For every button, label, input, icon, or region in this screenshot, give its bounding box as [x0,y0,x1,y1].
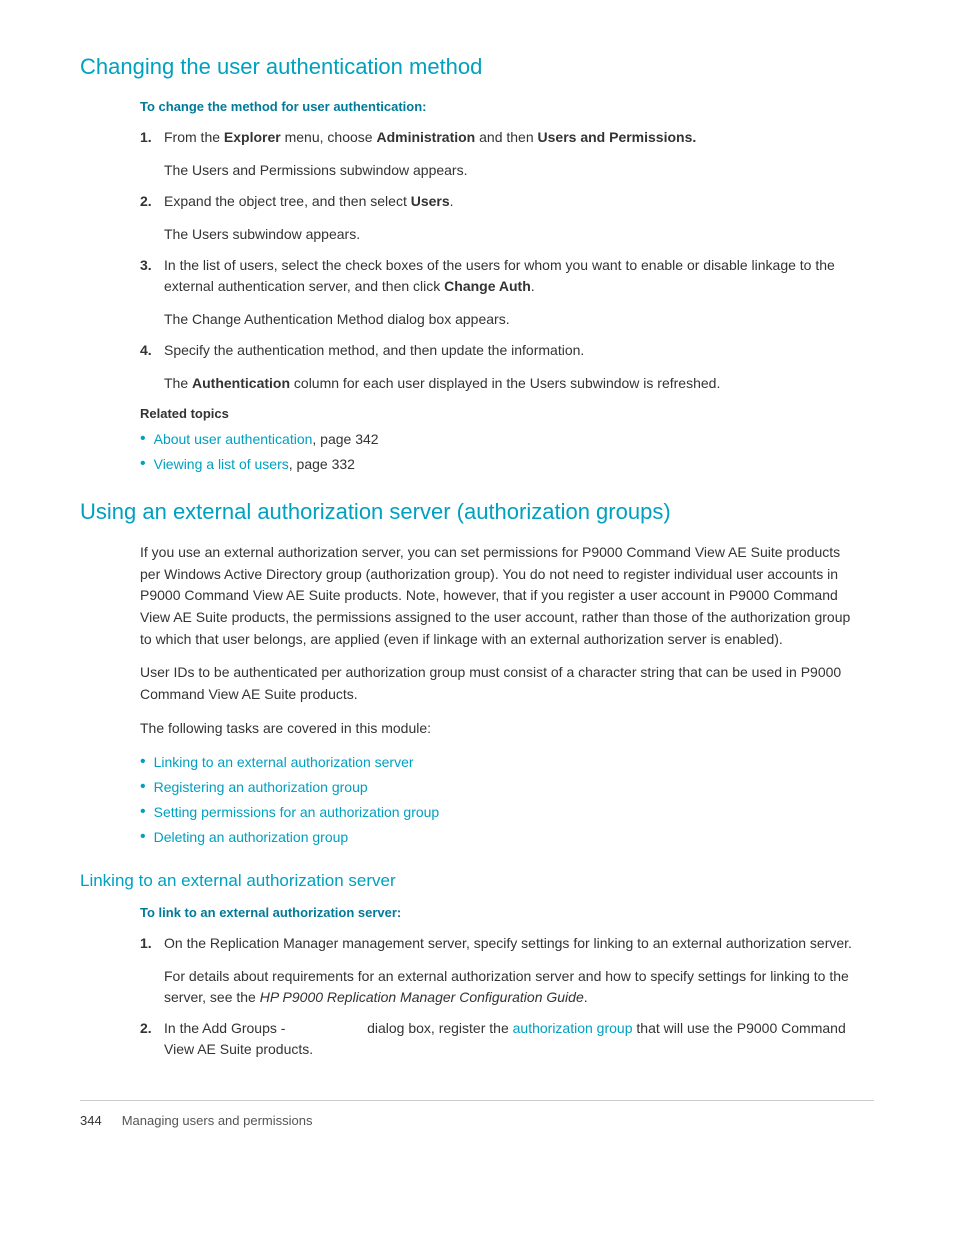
section2-title: Using an external authorization server (… [80,495,874,528]
related-link-2-text: Viewing a list of users, page 332 [154,454,355,475]
section1-related-links: • About user authentication, page 342 • … [80,429,874,475]
step-1-note: The Users and Permissions subwindow appe… [80,160,874,181]
bullet-dot-1: • [140,429,146,450]
subsection-steps-2: 2. In the Add Groups - dialog box, regis… [80,1018,874,1060]
subsection-procedure-heading: To link to an external authorization ser… [80,903,874,923]
step-1-bold-admin: Administration [376,129,475,145]
auth-group-inline-link[interactable]: authorization group [513,1020,633,1036]
step-4-body: Specify the authentication method, and t… [164,340,874,361]
task-link-4: • Deleting an authorization group [140,827,874,848]
step-2-body: Expand the object tree, and then select … [164,191,874,212]
viewing-list-users-link[interactable]: Viewing a list of users [154,456,289,472]
section1-title: Changing the user authentication method [80,50,874,83]
step-1-num: 1. [140,127,164,148]
subsection-steps-1: 1. On the Replication Manager management… [80,933,874,954]
footer-text: Managing users and permissions [122,1111,313,1131]
setting-permissions-link[interactable]: Setting permissions for an authorization… [154,802,440,823]
step-2-num: 2. [140,191,164,212]
config-guide-ref: HP P9000 Replication Manager Configurati… [260,989,584,1005]
task-link-2: • Registering an authorization group [140,777,874,798]
related-topics-label: Related topics [80,404,874,424]
step-2: 2. Expand the object tree, and then sele… [140,191,874,212]
step-1-bold-explorer: Explorer [224,129,281,145]
about-user-auth-link[interactable]: About user authentication [154,431,313,447]
section2-body2: User IDs to be authenticated per authori… [80,662,874,705]
section1-procedure-heading: To change the method for user authentica… [80,97,874,117]
page-footer: 344 Managing users and permissions [80,1100,874,1131]
step-1: 1. From the Explorer menu, choose Admini… [140,127,874,148]
step-2-bold-users: Users [411,193,450,209]
sub-step-2: 2. In the Add Groups - dialog box, regis… [140,1018,874,1060]
bullet-dot-2: • [140,454,146,475]
step-3-bold-change-auth: Change Auth [444,278,531,294]
section1-steps-list: 1. From the Explorer menu, choose Admini… [80,127,874,148]
section2-body3: The following tasks are covered in this … [80,718,874,740]
page-container: Changing the user authentication method … [0,0,954,1235]
linking-external-auth-link[interactable]: Linking to an external authorization ser… [154,752,414,773]
step-3-note: The Change Authentication Method dialog … [80,309,874,330]
deleting-auth-group-link[interactable]: Deleting an authorization group [154,827,349,848]
step-4: 4. Specify the authentication method, an… [140,340,874,361]
related-link-2: • Viewing a list of users, page 332 [140,454,874,475]
task-bullet-4: • [140,827,146,848]
step-3-num: 3. [140,255,164,297]
section1-steps-list-3: 3. In the list of users, select the chec… [80,255,874,297]
related-link-1-text: About user authentication, page 342 [154,429,379,450]
step-4-bold-auth: Authentication [192,375,290,391]
step-2-note: The Users subwindow appears. [80,224,874,245]
step-4-note: The Authentication column for each user … [80,373,874,394]
step-1-body: From the Explorer menu, choose Administr… [164,127,874,148]
step-3: 3. In the list of users, select the chec… [140,255,874,297]
task-bullet-2: • [140,777,146,798]
task-bullet-1: • [140,752,146,773]
related-link-1: • About user authentication, page 342 [140,429,874,450]
registering-auth-group-link[interactable]: Registering an authorization group [154,777,368,798]
section2-body1: If you use an external authorization ser… [80,542,874,650]
sub-step-1-note: For details about requirements for an ex… [80,966,874,1008]
sub-step-2-body: In the Add Groups - dialog box, register… [164,1018,874,1060]
sub-step-2-num: 2. [140,1018,164,1060]
sub-step-1: 1. On the Replication Manager management… [140,933,874,954]
step-3-body: In the list of users, select the check b… [164,255,874,297]
task-link-3: • Setting permissions for an authorizati… [140,802,874,823]
sub-step-1-body: On the Replication Manager management se… [164,933,874,954]
subsection-title: Linking to an external authorization ser… [80,868,874,894]
section1-steps-list-4: 4. Specify the authentication method, an… [80,340,874,361]
footer-page-number: 344 [80,1111,102,1131]
step-1-bold-users: Users and Permissions. [538,129,697,145]
section2-task-links: • Linking to an external authorization s… [80,752,874,848]
task-link-1: • Linking to an external authorization s… [140,752,874,773]
step-4-num: 4. [140,340,164,361]
sub-step-1-num: 1. [140,933,164,954]
section1-steps-list-2: 2. Expand the object tree, and then sele… [80,191,874,212]
task-bullet-3: • [140,802,146,823]
